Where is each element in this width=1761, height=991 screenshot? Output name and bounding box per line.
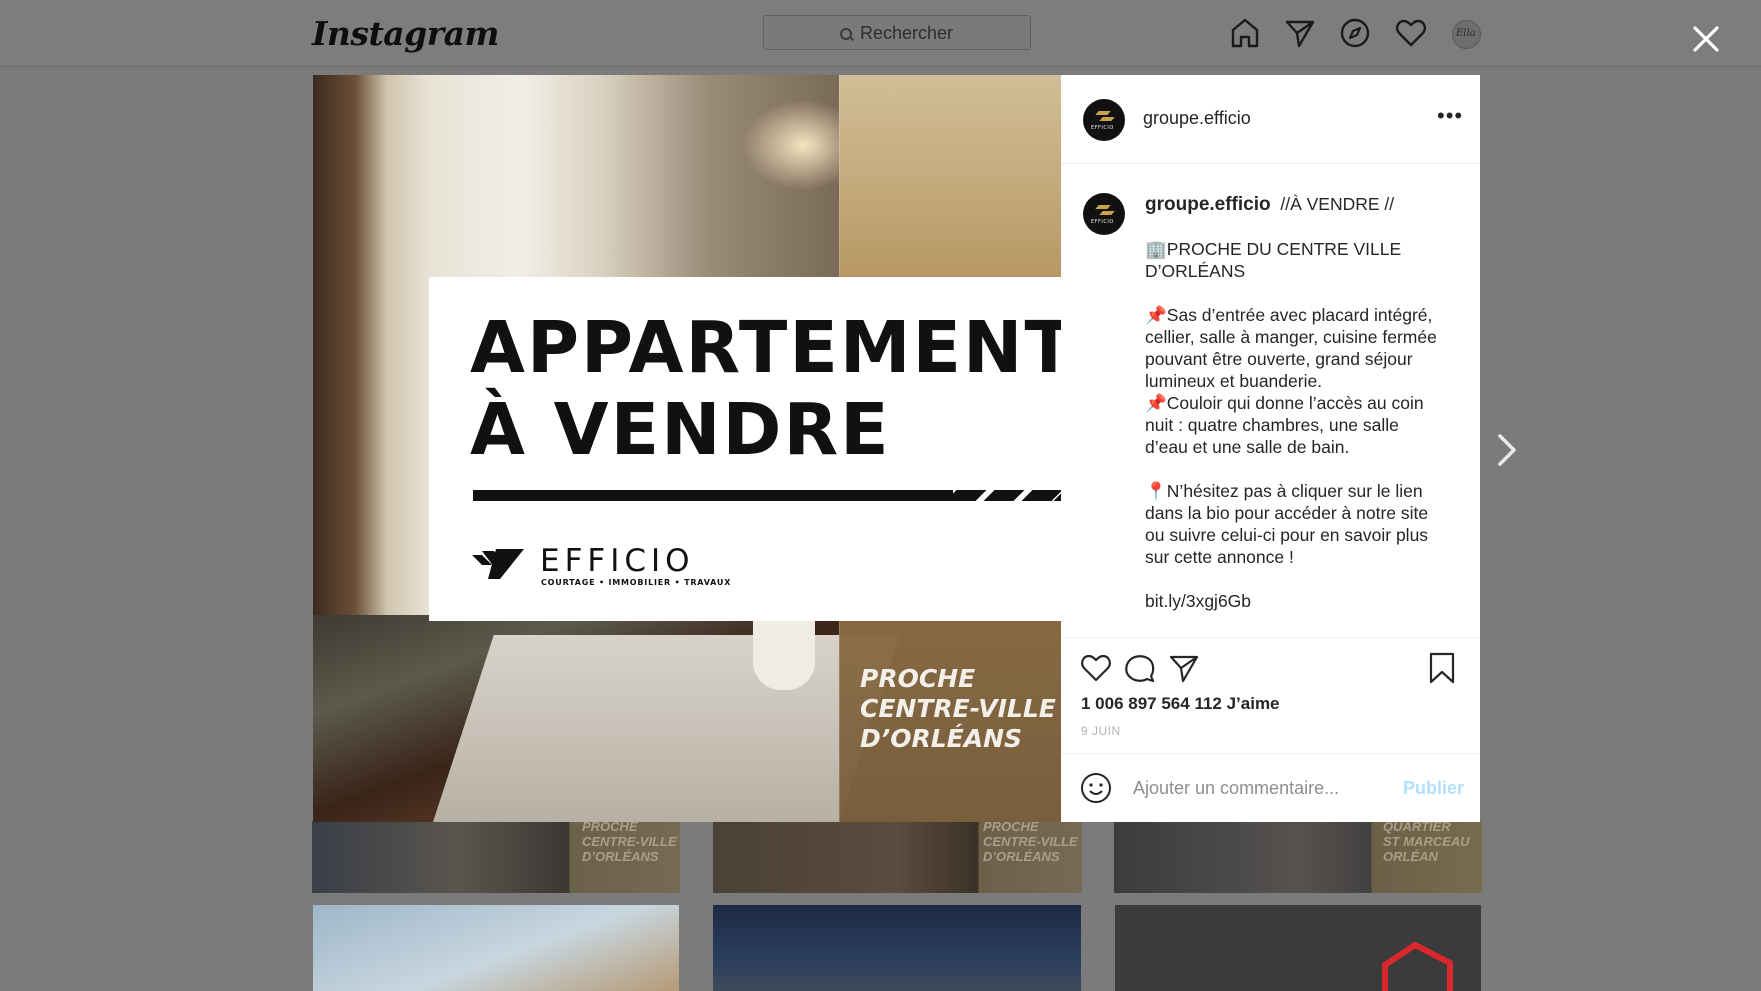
headline-line-2: À VENDRE [470, 388, 891, 471]
caption-username[interactable]: groupe.efficio [1145, 194, 1271, 215]
profile-avatar[interactable]: Ella [1452, 20, 1481, 49]
grid-post-thumbnail[interactable] [313, 905, 679, 991]
efficio-logo-icon [472, 549, 524, 579]
caption-link[interactable]: bit.ly/3xgj6Gb [1145, 590, 1445, 612]
chevron-right-icon[interactable] [1492, 430, 1520, 470]
share-icon[interactable] [1167, 651, 1201, 685]
comment-form: Publier [1061, 753, 1480, 823]
avatar-text: EFFICIO [1091, 125, 1114, 131]
table-top [433, 635, 900, 822]
activity-heart-icon[interactable] [1394, 16, 1428, 50]
like-count[interactable]: 1 006 897 564 112 J’aime [1081, 694, 1280, 714]
profile-avatar-text: Ella [1456, 28, 1476, 39]
grid-post-thumbnail[interactable] [713, 905, 1081, 991]
avatar-mark [1095, 111, 1111, 115]
post-date: 9 JUIN [1081, 724, 1121, 738]
image-location-caption: PROCHE CENTRE-VILLE D’ORLÉANS [860, 664, 1056, 753]
home-icon[interactable] [1228, 16, 1262, 50]
post-header: EFFICIO groupe.efficio ••• [1061, 75, 1480, 164]
direct-message-icon[interactable] [1283, 16, 1317, 50]
author-username[interactable]: groupe.efficio [1143, 108, 1251, 129]
action-bar [1061, 637, 1480, 638]
post-image[interactable]: APPARTEMENT À VENDRE EFFICIO COURTAGE • … [313, 75, 1061, 822]
brand-tagline: COURTAGE • IMMOBILIER • TRAVAUX [541, 578, 732, 587]
comment-icon[interactable] [1123, 651, 1157, 685]
caption-paragraph: 📌Sas d’entrée avec placard intégré, cell… [1145, 305, 1437, 457]
grid-post-thumbnail[interactable]: QUARTIER ST MARCEAU ORLÉAN [1114, 821, 1482, 893]
banner-rule [473, 490, 953, 501]
brand-name: EFFICIO [540, 543, 695, 579]
instagram-logo[interactable]: Instagram [312, 14, 499, 53]
like-heart-icon[interactable] [1079, 651, 1113, 685]
search-icon [840, 28, 852, 40]
save-bookmark-icon[interactable] [1425, 651, 1459, 685]
close-icon[interactable] [1690, 23, 1722, 55]
grid-post-caption: PROCHE CENTRE-VILLE D’ORLÉANS [983, 821, 1078, 864]
publish-button[interactable]: Publier [1403, 778, 1464, 799]
banner-headline: APPARTEMENT À VENDRE [470, 307, 1061, 471]
more-options-icon[interactable]: ••• [1437, 105, 1463, 127]
post-modal: APPARTEMENT À VENDRE EFFICIO COURTAGE • … [313, 75, 1480, 822]
search-box[interactable] [763, 15, 1031, 50]
caption-title: //À VENDRE // [1280, 194, 1395, 214]
caption-paragraph: 📍N’hésitez pas à cliquer sur le lien dan… [1145, 481, 1433, 567]
vase [753, 620, 815, 690]
author-avatar[interactable]: EFFICIO [1083, 99, 1125, 141]
avatar-mark [1095, 205, 1111, 209]
avatar-text: EFFICIO [1091, 219, 1114, 225]
top-nav-bar: Instagram Ella [0, 0, 1761, 67]
post-sidebar: EFFICIO groupe.efficio ••• EFFICIO group… [1061, 75, 1480, 822]
banner-rule-dash [983, 490, 1025, 501]
listing-banner: APPARTEMENT À VENDRE EFFICIO COURTAGE • … [429, 277, 1061, 621]
grid-post-thumbnail[interactable]: PROCHE CENTRE-VILLE D’ORLÉANS [312, 821, 680, 893]
comment-input[interactable] [1133, 776, 1393, 800]
grid-post-caption: PROCHE CENTRE-VILLE D’ORLÉANS [582, 821, 677, 864]
search-input[interactable] [860, 23, 1020, 43]
grid-post-thumbnail[interactable] [1115, 905, 1481, 991]
avatar-mark [1099, 211, 1115, 215]
post-caption: groupe.efficio //À VENDRE // 🏢PROCHE DU … [1145, 193, 1445, 612]
avatar-mark [1099, 117, 1115, 121]
grid-post-thumbnail[interactable]: PROCHE CENTRE-VILLE D’ORLÉANS [713, 821, 1082, 893]
emoji-icon[interactable] [1079, 771, 1113, 805]
grid-post-caption: QUARTIER ST MARCEAU ORLÉAN [1383, 821, 1470, 864]
explore-icon[interactable] [1338, 16, 1372, 50]
caption-paragraph: 🏢PROCHE DU CENTRE VILLE D’ORLÉANS [1145, 239, 1407, 281]
caption-author-avatar[interactable]: EFFICIO [1083, 193, 1125, 235]
headline-line-1: APPARTEMENT [470, 306, 1061, 389]
